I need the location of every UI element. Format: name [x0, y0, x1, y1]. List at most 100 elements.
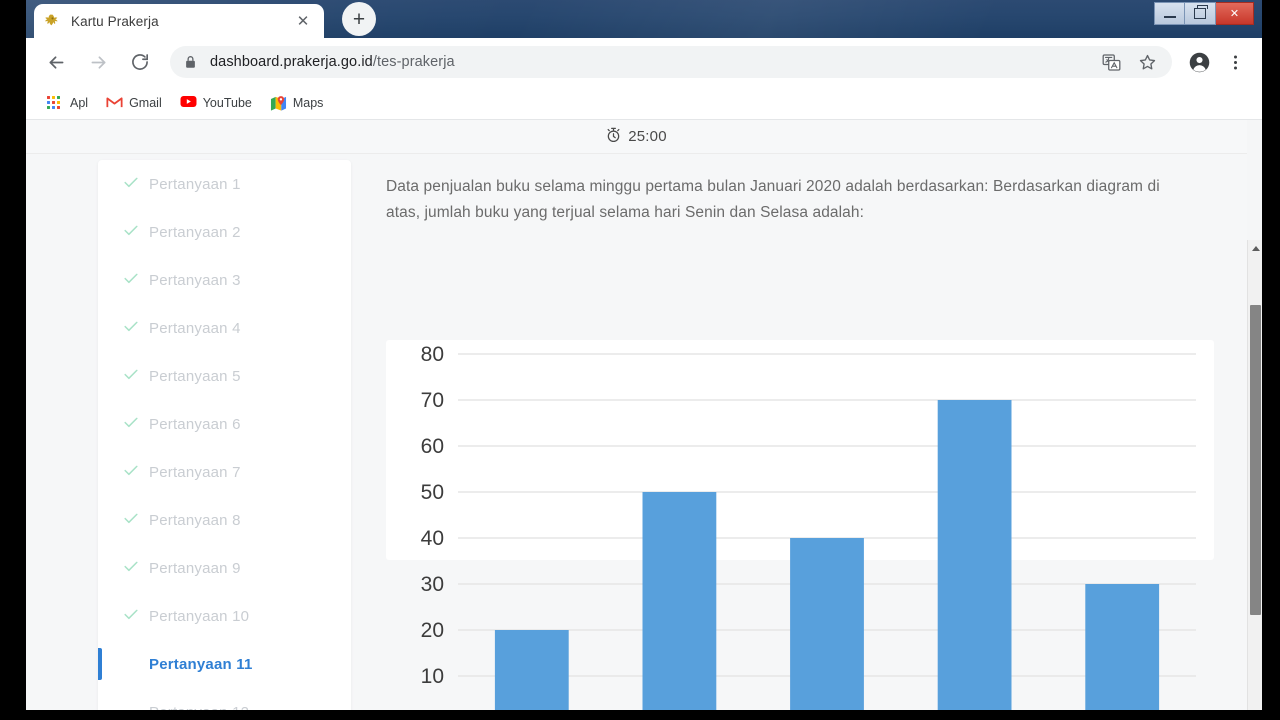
url-host: dashboard.prakerja.go.id [210, 54, 373, 70]
sidebar-item-label: Pertanyaan 4 [149, 319, 241, 337]
check-icon [124, 415, 139, 433]
check-icon [124, 559, 139, 577]
sidebar-item-label: Pertanyaan 5 [149, 367, 241, 385]
y-axis-tick-label: 40 [421, 527, 444, 550]
check-icon [124, 271, 139, 289]
y-axis-tick-label: 70 [421, 389, 444, 412]
check-icon [124, 463, 139, 481]
lock-icon [184, 55, 198, 69]
y-axis-tick-label: 10 [421, 665, 444, 688]
sidebar-item-pertanyaan-2[interactable]: Pertanyaan 2 [98, 208, 351, 256]
sidebar-item-label: Pertanyaan 2 [149, 223, 241, 241]
check-icon [124, 319, 139, 337]
active-indicator [98, 648, 102, 680]
sidebar-item-label: Pertanyaan 9 [149, 559, 241, 577]
web-page: 25:00 Pertanyaan 1 Pertanyaan 2 Pertanya… [26, 120, 1247, 720]
sidebar-item-pertanyaan-8[interactable]: Pertanyaan 8 [98, 496, 351, 544]
bar [1085, 584, 1160, 720]
question-text: Data penjualan buku selama minggu pertam… [386, 178, 1160, 221]
restore-button[interactable] [1185, 2, 1216, 25]
back-icon[interactable] [38, 44, 74, 80]
bar [494, 630, 569, 720]
chart-card: 01020304050607080SeninSelasaRabuKamisJum… [386, 340, 1214, 720]
screen-bottom-mask [26, 710, 1262, 720]
reload-icon[interactable] [122, 44, 158, 80]
address-bar[interactable]: dashboard.prakerja.go.id/tes-prakerja [170, 46, 1172, 78]
page-scrollbar[interactable] [1247, 240, 1262, 720]
stopwatch-icon [606, 127, 621, 147]
address-bar-text: dashboard.prakerja.go.id/tes-prakerja [210, 54, 455, 70]
new-tab-button[interactable]: + [342, 2, 376, 36]
timer-value: 25:00 [628, 128, 667, 145]
sidebar-item-label: Pertanyaan 7 [149, 463, 241, 481]
tab-strip: Kartu Prakerja ✕ + ✕ [26, 0, 1262, 38]
profile-icon[interactable] [1182, 45, 1216, 79]
exam-timer-bar: 25:00 [26, 120, 1247, 154]
bookmark-youtube[interactable]: YouTube [171, 90, 261, 116]
bookmark-label: Gmail [129, 95, 162, 110]
browser-tab[interactable]: Kartu Prakerja ✕ [34, 4, 324, 38]
sidebar-item-pertanyaan-11[interactable]: Pertanyaan 11 [98, 640, 351, 688]
bar [642, 492, 717, 720]
omnibox-actions [1100, 51, 1162, 73]
minimize-button[interactable] [1154, 2, 1185, 25]
bar [937, 400, 1012, 720]
garuda-icon [44, 13, 61, 30]
url-path: /tes-prakerja [372, 54, 455, 70]
sidebar-item-pertanyaan-5[interactable]: Pertanyaan 5 [98, 352, 351, 400]
maps-icon [270, 95, 286, 111]
window-controls: ✕ [1154, 2, 1254, 26]
browser-window: Kartu Prakerja ✕ + ✕ dashboard.prakerja.… [26, 0, 1262, 720]
screen: Kartu Prakerja ✕ + ✕ dashboard.prakerja.… [0, 0, 1280, 720]
translate-icon[interactable] [1100, 51, 1122, 73]
gmail-icon [106, 95, 123, 111]
sidebar-item-label: Pertanyaan 10 [149, 607, 250, 625]
check-icon [124, 511, 139, 529]
y-axis-tick-label: 80 [421, 343, 444, 366]
scroll-up-icon[interactable] [1248, 240, 1262, 256]
sidebar-item-label: Pertanyaan 6 [149, 415, 241, 433]
bookmark-label: Maps [292, 95, 324, 110]
sidebar-item-pertanyaan-3[interactable]: Pertanyaan 3 [98, 256, 351, 304]
question-navigator: Pertanyaan 1 Pertanyaan 2 Pertanyaan 3 P… [98, 160, 351, 720]
question-panel: Data penjualan buku selama minggu pertam… [384, 160, 1219, 720]
close-window-button[interactable]: ✕ [1216, 2, 1254, 25]
sidebar-item-label: Pertanyaan 8 [149, 511, 241, 529]
apps-grid-icon [47, 95, 63, 111]
bookmark-label: YouTube [202, 95, 252, 110]
sidebar-item-pertanyaan-9[interactable]: Pertanyaan 9 [98, 544, 351, 592]
check-icon [124, 223, 139, 241]
check-icon [124, 175, 139, 193]
y-axis-tick-label: 20 [421, 619, 444, 642]
bookmark-gmail[interactable]: Gmail [97, 90, 171, 116]
sidebar-item-pertanyaan-4[interactable]: Pertanyaan 4 [98, 304, 351, 352]
sidebar-item-pertanyaan-10[interactable]: Pertanyaan 10 [98, 592, 351, 640]
bookmark-star-icon[interactable] [1136, 51, 1158, 73]
check-icon [124, 607, 139, 625]
sidebar-item-label: Pertanyaan 1 [149, 175, 241, 193]
y-axis-tick-label: 60 [421, 435, 444, 458]
bookmarks-bar: Apl Gmail YouTube Maps [26, 86, 1262, 120]
check-icon [124, 367, 139, 385]
bar-chart: 01020304050607080SeninSelasaRabuKamisJum… [421, 343, 1196, 720]
bookmark-maps[interactable]: Maps [261, 90, 333, 116]
menu-icon[interactable] [1218, 45, 1252, 79]
y-axis-tick-label: 50 [421, 481, 444, 504]
sidebar-item-label: Pertanyaan 3 [149, 271, 241, 289]
sidebar-item-pertanyaan-7[interactable]: Pertanyaan 7 [98, 448, 351, 496]
bookmark-label: Apl [70, 95, 89, 110]
browser-toolbar: dashboard.prakerja.go.id/tes-prakerja [26, 38, 1262, 86]
scrollbar-thumb[interactable] [1250, 305, 1261, 615]
page-viewport: 25:00 Pertanyaan 1 Pertanyaan 2 Pertanya… [26, 120, 1262, 720]
sidebar-item-pertanyaan-6[interactable]: Pertanyaan 6 [98, 400, 351, 448]
bookmark-apl[interactable]: Apl [38, 90, 97, 116]
forward-icon[interactable] [80, 44, 116, 80]
bar [790, 538, 864, 720]
sidebar-item-label: Pertanyaan 11 [149, 655, 253, 673]
toolbar-actions [1182, 45, 1262, 79]
close-icon[interactable]: ✕ [292, 10, 314, 32]
youtube-icon [180, 95, 197, 111]
tab-title: Kartu Prakerja [71, 13, 159, 29]
exam-timer: 25:00 [606, 127, 667, 147]
sidebar-item-pertanyaan-1[interactable]: Pertanyaan 1 [98, 160, 351, 208]
